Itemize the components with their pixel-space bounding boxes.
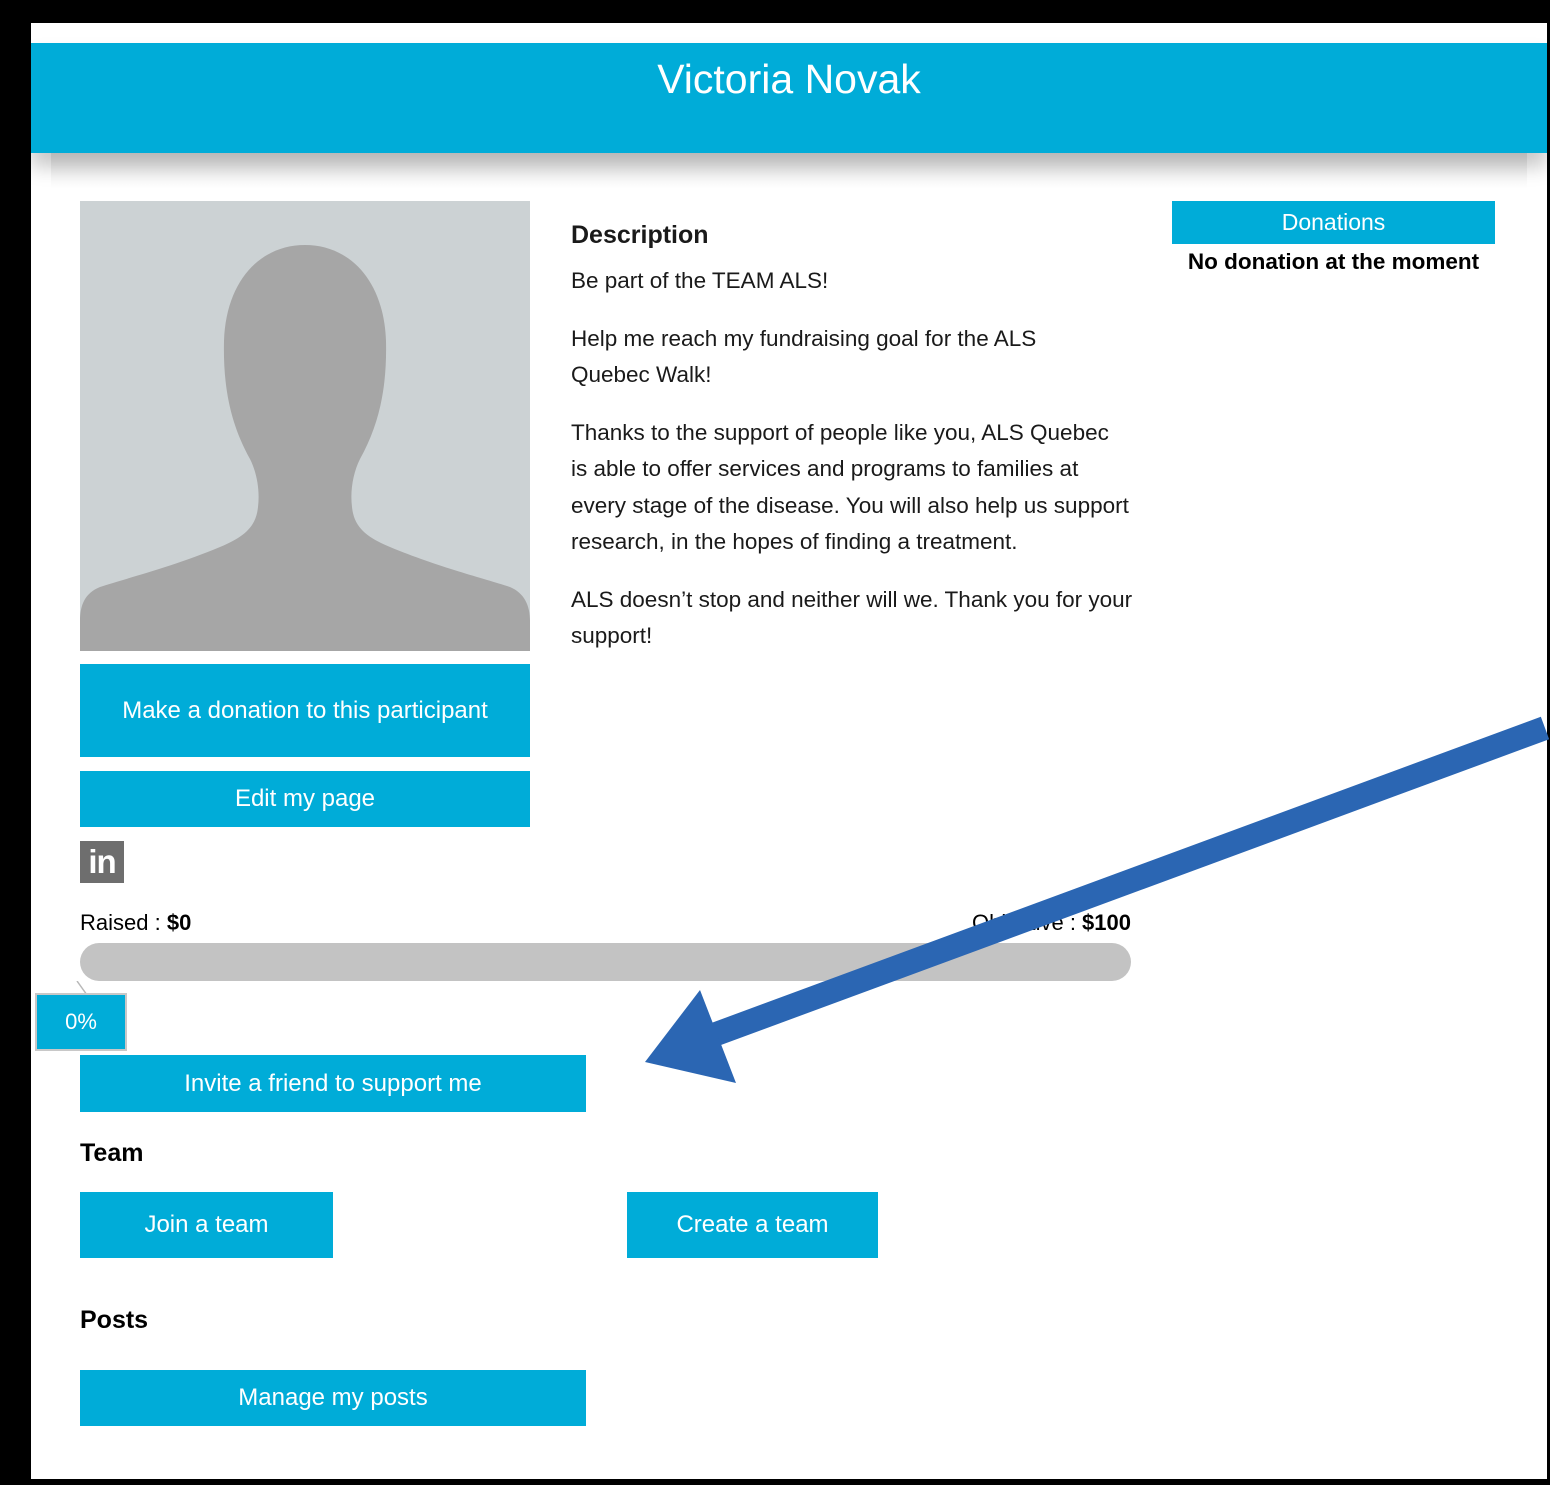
join-team-button[interactable]: Join a team xyxy=(80,1192,333,1258)
linkedin-icon[interactable]: in xyxy=(80,841,124,883)
person-silhouette-icon xyxy=(80,245,530,651)
edit-my-page-button[interactable]: Edit my page xyxy=(80,771,530,827)
description-paragraph: Be part of the TEAM ALS! xyxy=(571,268,829,293)
description-section: Description Be part of the TEAM ALS! Hel… xyxy=(571,219,1151,676)
create-team-button[interactable]: Create a team xyxy=(627,1192,878,1258)
description-heading: Description xyxy=(571,221,709,249)
progress-percent-badge: 0% xyxy=(35,993,127,1051)
objective-label: Objective : xyxy=(972,910,1083,935)
description-paragraph: Help me reach my fundraising goal for th… xyxy=(571,325,1037,388)
team-heading: Team xyxy=(80,1139,144,1167)
description-paragraph: ALS doesn’t stop and neither will we. Th… xyxy=(571,586,1133,649)
description-paragraph: Thanks to the support of people like you… xyxy=(571,419,1129,555)
header-shadow xyxy=(51,153,1527,189)
posts-heading: Posts xyxy=(80,1306,149,1334)
manage-posts-button[interactable]: Manage my posts xyxy=(80,1370,586,1426)
objective-value: $100 xyxy=(1082,910,1131,935)
page-title: Victoria Novak xyxy=(657,56,921,102)
raised-label: Raised : xyxy=(80,910,167,935)
page-frame: Victoria Novak Make a donation to this p… xyxy=(31,23,1547,1479)
raised-amount: Raised : $0 xyxy=(80,910,191,936)
raised-value: $0 xyxy=(166,910,192,935)
progress-bar xyxy=(80,943,1131,981)
page-header: Victoria Novak xyxy=(31,43,1547,153)
donations-heading[interactable]: Donations xyxy=(1172,201,1495,244)
no-donation-text: No donation at the moment xyxy=(1187,249,1480,274)
profile-avatar xyxy=(80,201,530,651)
make-donation-button[interactable]: Make a donation to this participant xyxy=(80,664,530,757)
objective-amount: Objective : $100 xyxy=(951,910,1131,936)
invite-friend-button[interactable]: Invite a friend to support me xyxy=(80,1055,586,1112)
